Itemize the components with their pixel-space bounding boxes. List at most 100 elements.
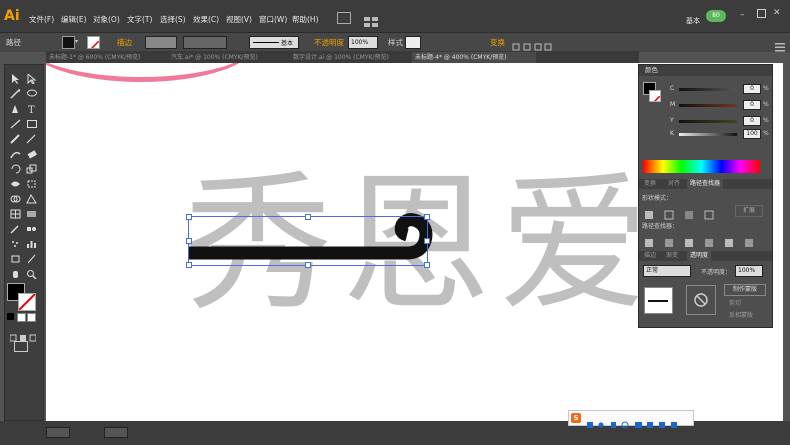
fill-swatch[interactable] <box>62 36 75 49</box>
tab-document-1[interactable]: 未标题-1* @ 600% (CMYK/预览) <box>46 52 170 63</box>
blob-brush-icon[interactable] <box>10 144 24 159</box>
menu-effect[interactable]: 效果(C) <box>193 14 219 25</box>
pathfinder-icons[interactable] <box>645 233 765 247</box>
maximize-icon[interactable] <box>757 9 766 18</box>
minimize-icon[interactable]: – <box>740 10 745 20</box>
color-mode-icon[interactable] <box>17 313 26 322</box>
scale-tool-icon[interactable] <box>26 159 40 174</box>
tab-document-active[interactable]: 未标题-4* @ 400% (CMYK/预览) <box>412 52 536 63</box>
sogou-icon[interactable]: S <box>571 413 581 423</box>
menu-view[interactable]: 视图(V) <box>226 14 252 25</box>
tab-transform[interactable]: 变换 <box>641 179 659 189</box>
artboard-navigator[interactable] <box>104 427 128 438</box>
artboard-tool-icon[interactable] <box>10 249 24 263</box>
line-tool-icon[interactable] <box>10 114 24 129</box>
bbox-handle[interactable] <box>424 214 430 220</box>
arrange-documents-icon[interactable] <box>364 12 378 27</box>
cyan-value[interactable]: 0 <box>743 84 761 94</box>
cyan-slider[interactable] <box>679 88 737 91</box>
black-value[interactable]: 100 <box>743 129 761 139</box>
menu-select[interactable]: 选择(S) <box>160 14 186 25</box>
stroke-weight-field[interactable] <box>145 36 177 49</box>
bbox-handle[interactable] <box>186 262 192 268</box>
variable-width-profile[interactable] <box>183 36 227 49</box>
pencil-icon[interactable] <box>26 129 40 144</box>
graphic-style-swatch[interactable] <box>405 36 421 49</box>
symbol-sprayer-icon[interactable] <box>10 234 24 247</box>
color-panel-title[interactable]: 颜色 <box>639 65 772 76</box>
mesh-tool-icon[interactable] <box>10 204 24 219</box>
eyedropper-icon[interactable] <box>10 219 24 234</box>
bbox-handle[interactable] <box>424 262 430 268</box>
panel-menu-icon[interactable] <box>775 37 785 52</box>
graph-tool-icon[interactable] <box>26 234 40 248</box>
zoom-field[interactable] <box>46 427 70 438</box>
close-icon[interactable]: ✕ <box>773 8 781 18</box>
menu-edit[interactable]: 编辑(E) <box>61 14 87 25</box>
opacity-label[interactable]: 不透明度 <box>314 37 344 48</box>
clip-checkbox[interactable]: 剪切 <box>729 298 741 307</box>
selection-tool-icon[interactable] <box>10 69 24 84</box>
ime-tool-icons[interactable] <box>587 414 687 429</box>
direct-selection-tool-icon[interactable] <box>26 69 40 85</box>
transform-label[interactable]: 变换 <box>490 37 505 48</box>
bbox-handle[interactable] <box>305 214 311 220</box>
shape-builder-icon[interactable] <box>10 189 24 203</box>
eraser-icon[interactable] <box>26 144 40 159</box>
yellow-value[interactable]: 0 <box>743 116 761 126</box>
paintbrush-icon[interactable] <box>10 129 24 144</box>
zoom-tool-icon[interactable] <box>26 264 40 280</box>
rotate-tool-icon[interactable] <box>10 159 24 174</box>
tab-pathfinder[interactable]: 路径查找器 <box>687 179 724 189</box>
workspace-switcher[interactable]: 基本 <box>686 16 700 26</box>
bbox-handle[interactable] <box>424 238 430 244</box>
bbox-handle[interactable] <box>305 262 311 268</box>
bbox-handle[interactable] <box>186 238 192 244</box>
blend-tool-icon[interactable] <box>26 219 40 231</box>
lasso-icon[interactable] <box>26 84 40 97</box>
stroke-label[interactable]: 描边 <box>117 37 132 48</box>
type-tool-icon[interactable]: T <box>26 99 40 116</box>
magic-wand-icon[interactable] <box>10 84 24 99</box>
slice-tool-icon[interactable] <box>26 249 40 264</box>
bbox-handle[interactable] <box>186 214 192 220</box>
transparency-opacity-field[interactable]: 100% <box>735 265 763 277</box>
tab-transparency[interactable]: 透明度 <box>687 251 712 261</box>
stroke-swatch[interactable] <box>87 36 100 49</box>
invert-mask-checkbox[interactable]: 反相蒙版 <box>729 310 753 319</box>
gradient-tool-icon[interactable] <box>26 204 40 217</box>
tab-document-2[interactable]: 汽车.ai* @ 100% (CMYK/预览) <box>168 52 292 63</box>
magenta-slider[interactable] <box>679 104 737 107</box>
color-stroke-swatch[interactable] <box>649 90 661 102</box>
brush-definition[interactable]: 基本 <box>249 36 299 49</box>
screen-mode-icon[interactable] <box>14 341 28 352</box>
opacity-field[interactable]: 100% <box>348 36 378 49</box>
tab-align[interactable]: 对齐 <box>665 179 683 189</box>
menu-type[interactable]: 文字(T) <box>127 14 152 25</box>
selection-bounding-box[interactable] <box>186 214 430 268</box>
shape-mode-icons[interactable] <box>645 205 715 220</box>
free-transform-icon[interactable] <box>26 174 40 188</box>
menu-window[interactable]: 窗口(W) <box>259 14 287 25</box>
make-mask-button[interactable]: 制作蒙版 <box>724 284 766 296</box>
rectangle-tool-icon[interactable] <box>26 114 40 128</box>
stroke-color-swatch[interactable] <box>18 293 36 311</box>
perspective-grid-icon[interactable] <box>26 189 40 204</box>
tab-document-3[interactable]: 数字设计.ai @ 100% (CMYK/预览) <box>290 52 414 63</box>
expand-button[interactable]: 扩展 <box>735 205 763 217</box>
blend-mode-select[interactable]: 正常 <box>643 265 691 277</box>
pen-tool-icon[interactable] <box>10 99 24 113</box>
color-spectrum-bar[interactable] <box>643 160 760 173</box>
draw-mode-icons[interactable] <box>9 327 37 342</box>
magenta-value[interactable]: 0 <box>743 100 761 110</box>
menu-file[interactable]: 文件(F) <box>29 14 54 25</box>
width-tool-icon[interactable] <box>10 174 24 187</box>
menu-help[interactable]: 帮助(H) <box>292 14 319 25</box>
yellow-slider[interactable] <box>679 120 737 123</box>
mask-slot[interactable] <box>686 285 716 315</box>
hand-tool-icon[interactable] <box>10 264 24 278</box>
chevron-down-icon[interactable]: ▾ <box>75 38 78 45</box>
tab-gradient[interactable]: 渐变 <box>663 251 681 261</box>
ime-toolbar[interactable]: S <box>568 410 694 429</box>
black-slider[interactable] <box>679 133 737 136</box>
